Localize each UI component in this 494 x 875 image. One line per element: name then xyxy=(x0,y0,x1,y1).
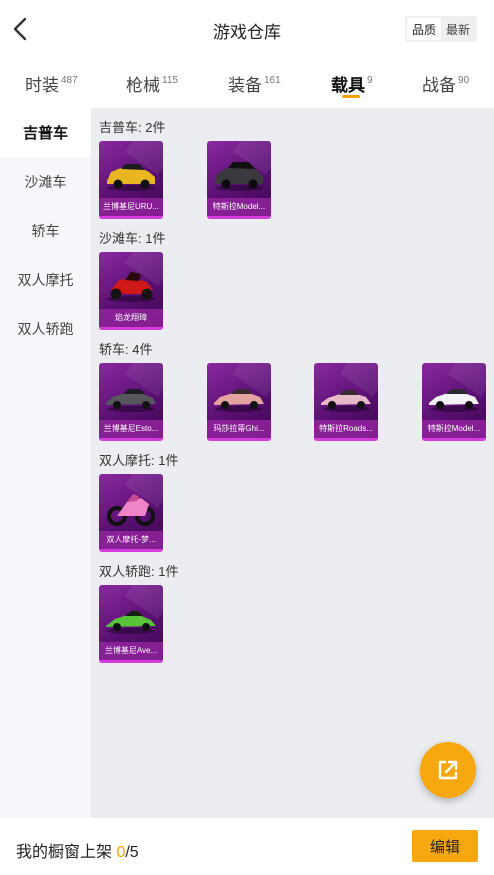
car-icon xyxy=(214,389,264,412)
group-title-two-seat-coupe: 双人轿跑: 1件 xyxy=(99,564,179,579)
vehicle-card[interactable]: 特斯拉Model... xyxy=(422,363,486,441)
group-title-sedan: 轿车: 4件 xyxy=(99,342,153,357)
active-tab-indicator xyxy=(342,95,360,98)
vehicle-name: 兰博基尼URU... xyxy=(99,198,163,216)
vehicle-name: 兰博基尼Esto... xyxy=(99,420,163,438)
tab-guns[interactable]: 枪械 115 xyxy=(126,71,178,96)
sidebar-item-two-seat-motorcycle[interactable]: 双人摩托 xyxy=(0,255,91,304)
vehicle-grid: 吉普车: 2件 兰博基尼URU... 特斯拉Model... 沙滩车: 1件 焰… xyxy=(91,108,494,818)
tab-label: 装备 xyxy=(228,76,262,95)
vehicle-card[interactable]: 玛莎拉蒂Ghi... xyxy=(207,363,271,441)
tab-count: 487 xyxy=(61,75,78,86)
motorcycle-icon xyxy=(107,494,155,526)
tab-count: 161 xyxy=(264,75,281,86)
vehicle-card[interactable]: 兰博基尼Esto... xyxy=(99,363,163,441)
sort-toggle: 品质 最新 xyxy=(405,16,477,42)
tab-battle-gear[interactable]: 战备 90 xyxy=(422,71,469,96)
sidebar: 吉普车 沙滩车 轿车 双人摩托 双人轿跑 xyxy=(0,108,91,818)
vehicle-name: 兰博基尼Ave... xyxy=(99,642,163,660)
bottom-bar: 我的橱窗上架 0/5 编辑 xyxy=(0,818,494,875)
tab-label: 战备 xyxy=(422,76,456,95)
shelf-label: 我的橱窗上架 xyxy=(16,844,117,861)
car-icon xyxy=(321,390,371,412)
tab-count: 115 xyxy=(162,75,178,86)
tab-count: 9 xyxy=(367,75,373,86)
vehicle-name: 特斯拉Roads... xyxy=(314,420,378,438)
tab-fashion[interactable]: 时装 487 xyxy=(25,71,78,96)
car-icon xyxy=(107,164,155,191)
group-title-two-seat-motorcycle: 双人摩托: 1件 xyxy=(99,453,179,468)
tab-label: 载具 xyxy=(331,76,365,95)
header: 游戏仓库 品质 最新 xyxy=(0,0,494,60)
vehicle-card[interactable]: 双人摩托-梦... xyxy=(99,474,163,552)
category-tabs: 时装 487 枪械 115 装备 161 载具 9 战备 90 xyxy=(0,60,494,108)
sidebar-item-sedan[interactable]: 轿车 xyxy=(0,206,91,255)
sidebar-item-beach-buggy[interactable]: 沙滩车 xyxy=(0,157,91,206)
sidebar-item-two-seat-coupe[interactable]: 双人轿跑 xyxy=(0,304,91,353)
car-icon xyxy=(429,389,479,412)
shelf-total-count: /5 xyxy=(125,844,139,861)
vehicle-card[interactable]: 特斯拉Model... xyxy=(207,141,271,219)
edit-button[interactable]: 编辑 xyxy=(412,830,478,862)
vehicle-name: 特斯拉Model... xyxy=(207,198,271,216)
vehicle-name: 焰龙翔璋 xyxy=(99,309,163,327)
sort-quality-button[interactable]: 品质 xyxy=(407,18,441,40)
tab-vehicles[interactable]: 载具 9 xyxy=(331,71,373,96)
group-title-jeep: 吉普车: 2件 xyxy=(99,120,166,135)
vehicle-card[interactable]: 兰博基尼URU... xyxy=(99,141,163,219)
sort-newest-button[interactable]: 最新 xyxy=(441,18,475,40)
sidebar-item-jeep[interactable]: 吉普车 xyxy=(0,108,91,157)
car-icon xyxy=(215,162,263,191)
tab-count: 90 xyxy=(458,75,470,86)
vehicle-card[interactable]: 兰博基尼Ave... xyxy=(99,585,163,663)
vehicle-card[interactable]: 特斯拉Roads... xyxy=(314,363,378,441)
tab-label: 时装 xyxy=(25,76,59,95)
shelf-status: 我的橱窗上架 0/5 xyxy=(16,838,139,862)
vehicle-card[interactable]: 焰龙翔璋 xyxy=(99,252,163,330)
car-icon xyxy=(106,611,156,634)
tab-equipment[interactable]: 装备 161 xyxy=(228,71,281,96)
vehicle-name: 双人摩托-梦... xyxy=(99,531,163,549)
vehicle-name: 玛莎拉蒂Ghi... xyxy=(207,420,271,438)
share-button[interactable] xyxy=(420,742,476,798)
external-link-icon xyxy=(438,760,458,780)
group-title-beach-buggy: 沙滩车: 1件 xyxy=(99,231,166,246)
vehicle-name: 特斯拉Model... xyxy=(422,420,486,438)
buggy-icon xyxy=(107,272,155,302)
tab-label: 枪械 xyxy=(126,76,160,95)
car-icon xyxy=(106,389,156,412)
